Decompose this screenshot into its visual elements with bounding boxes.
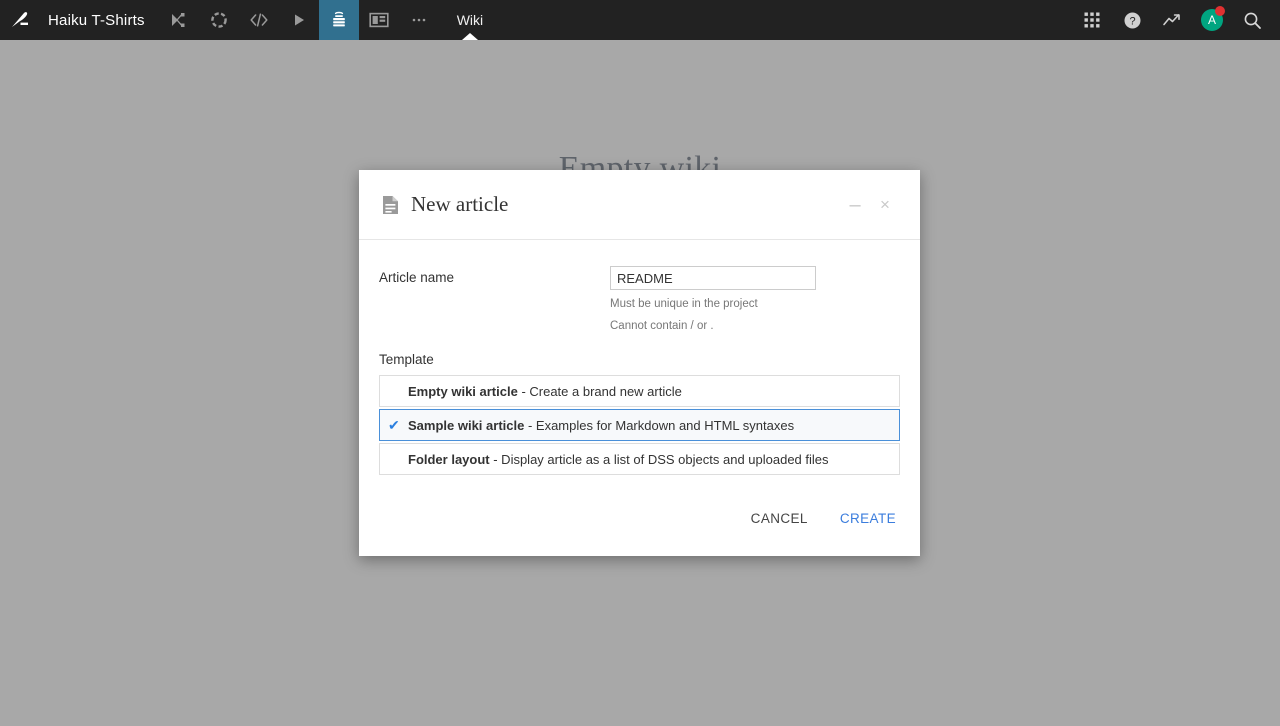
- project-name[interactable]: Haiku T-Shirts: [40, 0, 159, 40]
- new-article-dialog: New article – × Article name Must be uni…: [359, 170, 920, 556]
- tab-wiki[interactable]: Wiki: [439, 0, 501, 40]
- article-name-field-group: Must be unique in the project Cannot con…: [610, 266, 900, 332]
- help-icon[interactable]: ?: [1112, 0, 1152, 40]
- template-option-empty-wiki-article[interactable]: Empty wiki article - Create a brand new …: [379, 375, 900, 408]
- template-option-name: Empty wiki article: [408, 383, 518, 399]
- dialog-header-actions: – ×: [840, 190, 900, 220]
- template-option-sample-wiki-article[interactable]: ✔ Sample wiki article - Examples for Mar…: [379, 409, 900, 442]
- template-option-text: Sample wiki article - Examples for Markd…: [408, 418, 794, 433]
- code-icon[interactable]: [239, 0, 279, 40]
- more-icon[interactable]: [399, 0, 439, 40]
- recipes-icon[interactable]: [199, 0, 239, 40]
- minimize-button[interactable]: –: [840, 190, 870, 220]
- cancel-button[interactable]: CANCEL: [749, 507, 810, 530]
- template-option-text: Folder layout - Display article as a lis…: [408, 452, 829, 467]
- template-option-text: Empty wiki article - Create a brand new …: [408, 384, 682, 399]
- dialog-footer: CANCEL CREATE: [359, 480, 920, 556]
- template-option-list: Empty wiki article - Create a brand new …: [379, 375, 900, 476]
- article-icon: [379, 194, 401, 216]
- template-option-description: - Examples for Markdown and HTML syntaxe…: [524, 417, 795, 433]
- tab-wiki-label: Wiki: [456, 12, 484, 28]
- wiki-icon[interactable]: [318, 0, 359, 40]
- close-button[interactable]: ×: [870, 190, 900, 220]
- jobs-icon[interactable]: [279, 0, 319, 40]
- article-name-label: Article name: [379, 270, 455, 285]
- tab-active-indicator-icon: [461, 33, 478, 40]
- notification-badge-icon: [1215, 6, 1225, 16]
- dataiku-logo-icon[interactable]: [0, 0, 40, 40]
- check-icon: ✔: [388, 416, 400, 433]
- template-option-description: - Display article as a list of DSS objec…: [489, 451, 829, 467]
- flow-icon[interactable]: [159, 0, 199, 40]
- search-icon[interactable]: [1232, 0, 1272, 40]
- template-option-description: - Create a brand new article: [517, 383, 682, 399]
- template-label: Template: [379, 352, 434, 368]
- template-option-folder-layout[interactable]: Folder layout - Display article as a lis…: [379, 443, 900, 476]
- activity-icon[interactable]: [1152, 0, 1192, 40]
- dialog-header: New article – ×: [359, 170, 920, 240]
- article-name-hint-charset: Cannot contain / or .: [610, 319, 714, 332]
- create-button[interactable]: CREATE: [838, 507, 898, 530]
- dashboard-icon[interactable]: [359, 0, 399, 40]
- top-navigation-bar: Haiku T-Shirts Wiki ? A: [0, 0, 1280, 40]
- article-name-row: Article name Must be unique in the proje…: [379, 266, 900, 332]
- apps-grid-icon[interactable]: [1072, 0, 1112, 40]
- article-name-hint-unique: Must be unique in the project: [610, 298, 758, 310]
- avatar[interactable]: A: [1192, 0, 1232, 40]
- top-nav-right-group: ? A: [1072, 0, 1280, 40]
- dialog-title: New article: [411, 192, 509, 216]
- template-option-name: Folder layout: [408, 451, 490, 467]
- svg-text:?: ?: [1129, 15, 1135, 27]
- dialog-body: Article name Must be unique in the proje…: [359, 240, 920, 480]
- template-option-name: Sample wiki article: [408, 417, 525, 433]
- article-name-input[interactable]: [610, 266, 816, 290]
